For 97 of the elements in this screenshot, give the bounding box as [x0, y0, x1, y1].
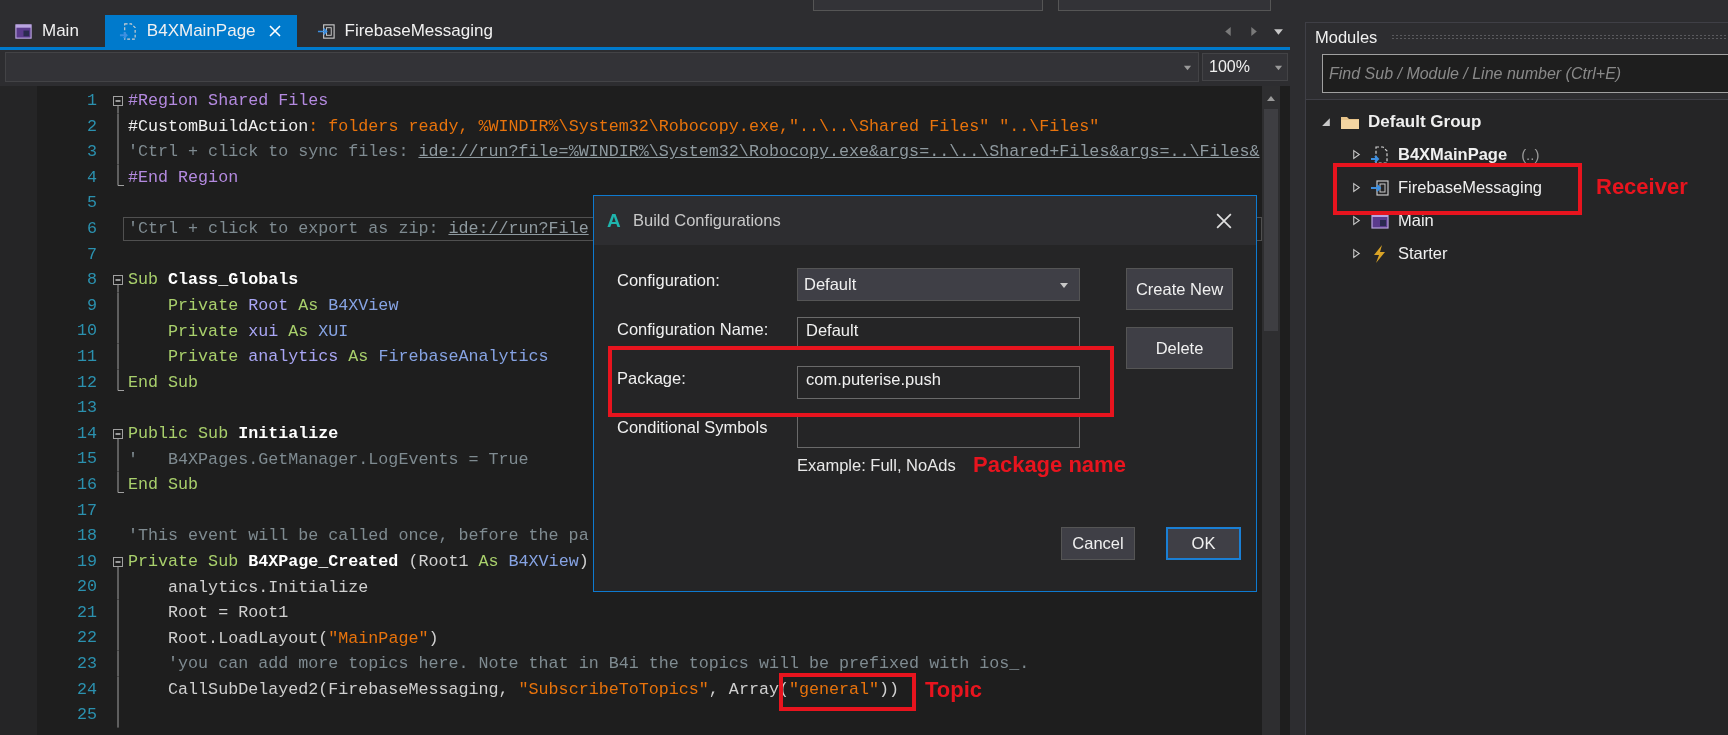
tree-item[interactable]: Starter: [1306, 237, 1448, 270]
field-hint: Example: Full, NoAds: [797, 456, 956, 475]
dialog-button[interactable]: Delete: [1126, 327, 1233, 369]
editor-tab[interactable]: Main: [0, 15, 95, 47]
collapse-icon[interactable]: [113, 556, 123, 575]
line-number: 12: [75, 371, 97, 394]
fold-guide-line: [117, 446, 119, 472]
code-line: #CustomBuildAction: folders ready, %WINDIR%\System32\Robocopy.exe,"..\..\Shared Files" "..\Files": [128, 116, 1100, 136]
code-line: Private analytics As FirebaseAnalytics: [167, 347, 549, 367]
input-field[interactable]: [797, 415, 1080, 448]
tree-item[interactable]: Default Group: [1306, 105, 1482, 138]
annotation-label: Package name: [973, 452, 1126, 478]
code-line: Private Sub B4XPage_Created (Root1 As B4XView): [128, 552, 589, 571]
collapse-icon[interactable]: [113, 96, 123, 114]
field-label: Package:: [617, 368, 687, 388]
code-line: 'you can add more topics here. Note that in B4i the topics will be prefixed with ios_.: [167, 654, 1030, 674]
field-label: Configuration:: [617, 270, 721, 290]
code-line: Root.LoadLayout("MainPage"): [167, 628, 439, 648]
line-number: 8: [86, 269, 97, 292]
line-number: 20: [75, 576, 97, 599]
code-line: Root = Root1: [167, 603, 289, 623]
panel-title: Modules: [1315, 27, 1378, 47]
module-suffix: (..): [1521, 146, 1540, 163]
service-icon: [316, 21, 336, 41]
toolbar-field[interactable]: [813, 0, 1043, 11]
window-icon: [14, 21, 33, 41]
annotation-label: Topic: [925, 677, 983, 703]
document-icon: [118, 21, 138, 41]
close-icon[interactable]: [1216, 212, 1232, 229]
tree-item[interactable]: Main: [1306, 204, 1434, 237]
document-icon: [1370, 144, 1390, 165]
line-number: 21: [75, 601, 97, 624]
line-number: 22: [75, 627, 97, 650]
code-link[interactable]: ide://run?file=%WINDIR%\System32\Robocopy.exe&args=..\..\Shared+Files&args=..\Files&: [418, 142, 1260, 162]
line-number: 18: [75, 525, 97, 548]
expand-icon[interactable]: [1351, 215, 1362, 226]
code-line: ' B4XPages.GetManager.LogEvents = True: [128, 449, 529, 469]
editor-tab[interactable]: B4XMainPage: [104, 15, 297, 47]
line-number: 16: [75, 473, 97, 496]
toolbar-field[interactable]: [1058, 0, 1271, 11]
line-number: 19: [75, 550, 97, 573]
editor-tab[interactable]: FirebaseMessaging: [302, 15, 509, 47]
code-line: Private Root As B4XView: [167, 296, 399, 316]
code-line: analytics.Initialize: [167, 577, 369, 597]
code-line: 'Ctrl + click to export as zip: ide://run?File: [128, 219, 589, 239]
annotation-label: Receiver: [1596, 174, 1688, 200]
line-number: 17: [75, 499, 97, 522]
expand-icon[interactable]: [1351, 182, 1362, 193]
app-logo: A: [607, 209, 622, 232]
tree-item[interactable]: B4XMainPage (..): [1306, 138, 1540, 171]
code-line: 'This event will be called once, before the pa: [128, 526, 589, 546]
code-line: End Sub: [128, 475, 199, 495]
line-number: 23: [75, 653, 97, 676]
line-number: 11: [75, 345, 97, 368]
code-line: Sub Class_Globals: [128, 270, 299, 290]
code-line: Private xui As XUI: [167, 321, 349, 341]
line-number: 24: [75, 678, 97, 701]
code-link[interactable]: ide://run?File: [448, 219, 589, 239]
code-line: Public Sub Initialize: [128, 424, 339, 443]
dialog-button[interactable]: OK: [1166, 527, 1241, 560]
line-number: 6: [86, 217, 97, 240]
line-number: 1: [86, 90, 97, 112]
line-number: 14: [75, 422, 97, 445]
expand-icon[interactable]: [1351, 248, 1362, 259]
line-number: 7: [86, 243, 97, 266]
line-number: 5: [86, 192, 97, 215]
line-number: 9: [86, 294, 97, 317]
code-line: #End Region: [128, 168, 239, 188]
line-number: 25: [75, 704, 97, 727]
zoom-dropdown[interactable]: 100%: [1202, 53, 1288, 81]
input-field[interactable]: com.puterise.push: [797, 366, 1080, 399]
line-number: 10: [75, 320, 97, 343]
service-icon: [1370, 177, 1390, 198]
line-number: 13: [75, 397, 97, 420]
line-number: 2: [86, 115, 97, 138]
field-label: Conditional Symbols: [617, 417, 769, 437]
field-label: Configuration Name:: [617, 319, 770, 339]
scroll-right-icon[interactable]: [1248, 25, 1259, 37]
tree-item[interactable]: FirebaseMessaging: [1306, 171, 1542, 204]
code-line: End Sub: [128, 372, 199, 392]
expand-icon[interactable]: [1351, 149, 1362, 160]
collapse-icon[interactable]: [113, 275, 123, 293]
configuration-dropdown[interactable]: Default: [797, 268, 1080, 301]
dialog-title: Build Configurations: [633, 211, 782, 230]
expand-icon[interactable]: [1321, 116, 1332, 127]
scroll-up-icon[interactable]: [1266, 94, 1276, 104]
scroll-left-icon[interactable]: [1223, 25, 1234, 37]
line-number: 15: [75, 448, 97, 471]
line-number: 4: [86, 166, 97, 189]
search-field[interactable]: Find Sub / Module / Line number (Ctrl+E): [1322, 54, 1728, 93]
code-line: 'Ctrl + click to sync files: ide://run?file=%WINDIR%\System32\Robocopy.exe&args=..\..\Shared+Files&args=..\Files&: [128, 142, 1260, 162]
line-number: 3: [86, 141, 97, 164]
collapse-icon[interactable]: [113, 428, 123, 447]
dialog-button[interactable]: Cancel: [1061, 527, 1135, 560]
code-line: #Region Shared Files: [128, 91, 329, 111]
scrollbar[interactable]: [1262, 86, 1280, 735]
dialog-button[interactable]: Create New: [1126, 268, 1233, 310]
